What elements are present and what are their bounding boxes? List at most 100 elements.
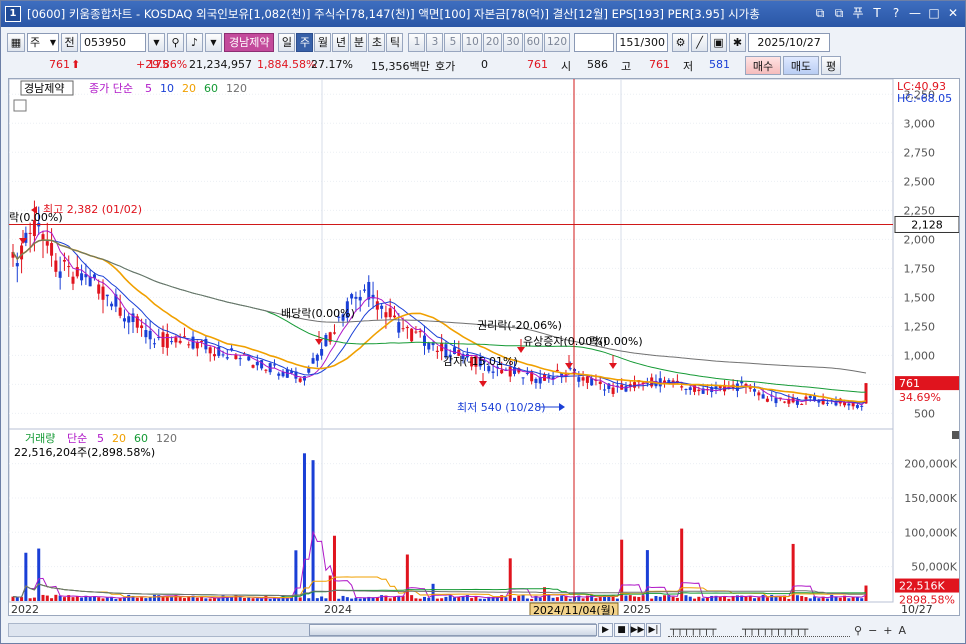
code-input[interactable]: 053950 — [80, 32, 146, 52]
chart-area[interactable]: 5007501,0001,2501,5001,7502,0002,2502,50… — [8, 78, 960, 616]
end-icon[interactable]: ▶| — [646, 623, 661, 637]
price-tick-label: 3,000 — [904, 117, 936, 130]
fast-forward-icon[interactable]: ▶▶ — [630, 623, 645, 637]
period-tab-1[interactable]: 주 — [296, 32, 314, 52]
volume-tick-label: 150,000K — [904, 492, 957, 505]
candle-body — [603, 389, 607, 391]
candle-body — [161, 332, 165, 347]
mode-select[interactable]: 주 ▼ — [27, 32, 59, 52]
period-tab-5[interactable]: 초 — [368, 32, 386, 52]
low-price: 581 — [709, 58, 730, 71]
candle-body — [45, 241, 49, 246]
interval-buttons: 1 3 5 10 20 30 60 120 — [408, 32, 571, 52]
interval-button-30[interactable]: 30 — [503, 32, 523, 52]
interval-button-20[interactable]: 20 — [482, 32, 503, 52]
interval-input[interactable] — [574, 32, 615, 52]
x-axis-label: 2022 — [11, 603, 39, 615]
volume-bar — [140, 597, 144, 601]
ruler-icon[interactable]: ┬┬┬┬┬┬┬ — [668, 623, 738, 637]
volume-bar — [101, 598, 105, 601]
layout-icon[interactable]: ▦ — [7, 32, 25, 52]
hoga-value: 0 — [481, 58, 488, 71]
high-label: 고 — [621, 60, 632, 73]
code-dropdown-icon[interactable]: ▼ — [148, 32, 165, 52]
pin-icon[interactable]: 푸 — [850, 5, 866, 21]
minimize-icon[interactable]: — — [907, 5, 923, 21]
volume-bar — [525, 598, 529, 601]
volume-tick-label: 200,000K — [904, 458, 957, 471]
volume-bar — [324, 598, 328, 601]
restore-icon[interactable]: ⧉ — [812, 5, 828, 21]
close-icon[interactable]: ✕ — [945, 5, 961, 21]
copy-icon[interactable]: ⧉ — [831, 5, 847, 21]
zoom-out-icon[interactable]: − — [866, 623, 879, 637]
period-tab-2[interactable]: 월 — [314, 32, 332, 52]
candle-body — [272, 364, 276, 366]
window-number[interactable]: 1 — [5, 6, 21, 22]
zoom-out-magnifier-icon[interactable]: ⚲ — [852, 623, 864, 637]
zoom-in-icon[interactable]: + — [881, 623, 894, 637]
volume-bar — [448, 595, 452, 601]
candle-body — [860, 405, 864, 407]
interval-button-3[interactable]: 3 — [426, 32, 444, 52]
candle-body — [251, 365, 255, 368]
current-volume-label: 22,516K — [899, 580, 945, 593]
count-total: /300 — [640, 35, 666, 49]
count-input[interactable]: 151/300 — [616, 32, 669, 52]
help-icon[interactable]: ? — [888, 5, 904, 21]
candle-body — [410, 328, 414, 342]
price-legend-ma-20: 20 — [182, 82, 196, 95]
candle-body — [418, 331, 422, 333]
volume-legend-ma-60: 60 — [134, 432, 148, 445]
text-icon[interactable]: T — [869, 5, 885, 21]
volume-bar — [307, 598, 311, 601]
font-size-icon[interactable]: A — [897, 623, 909, 637]
volume-bar — [251, 598, 255, 601]
indicator-icon[interactable]: ⚙ — [672, 32, 690, 52]
settings-icon[interactable]: ✱ — [729, 32, 747, 52]
period-tab-6[interactable]: 틱 — [386, 32, 404, 52]
stock-name[interactable]: 경남제약 — [224, 32, 275, 52]
period-tab-3[interactable]: 년 — [332, 32, 350, 52]
interval-button-10[interactable]: 10 — [462, 32, 482, 52]
hoga-label: 호가 — [435, 60, 456, 73]
interval-button-1[interactable]: 1 — [408, 32, 426, 52]
volume-bar — [504, 597, 508, 601]
date-input[interactable]: 2025/10/27 — [748, 32, 831, 52]
price-tick-label: 2,000 — [904, 233, 936, 246]
sound-icon[interactable]: ♪ — [186, 32, 203, 52]
ruler-icon-2[interactable]: ┬┬┬┬┬┬┬┬┬┬ — [740, 623, 850, 637]
save-icon[interactable]: ▣ — [710, 32, 728, 52]
volume-legend-ma-20: 20 — [112, 432, 126, 445]
sell-button[interactable]: 매도 — [783, 56, 819, 75]
annotation-low: 최저 540 (10/28) — [457, 401, 546, 414]
candle-body — [624, 386, 628, 392]
candle-body — [62, 259, 66, 262]
quote-bar: 761 ⬆ 175 +29.86% 21,234,957 1,884.58% 2… — [1, 56, 965, 76]
volume-bar — [435, 598, 439, 601]
interval-button-120[interactable]: 120 — [543, 32, 571, 52]
search-icon[interactable]: ⚲ — [167, 32, 184, 52]
play-icon[interactable]: ▶ — [598, 623, 613, 637]
stop-icon[interactable]: ■ — [614, 623, 629, 637]
interval-button-5[interactable]: 5 — [444, 32, 462, 52]
period-tab-4[interactable]: 분 — [350, 32, 368, 52]
volume-bar — [277, 598, 281, 601]
candle-body — [212, 354, 216, 357]
draw-icon[interactable]: ╱ — [691, 32, 709, 52]
volume-bar — [654, 596, 658, 601]
avg-button[interactable]: 평 — [821, 56, 841, 75]
interval-button-60[interactable]: 60 — [523, 32, 543, 52]
period-tab-0[interactable]: 일 — [278, 32, 296, 52]
scroll-track[interactable] — [8, 623, 597, 637]
buy-button[interactable]: 매수 — [745, 56, 781, 75]
volume-bar — [628, 595, 632, 601]
chart-svg[interactable]: 5007501,0001,2501,5001,7502,0002,2502,50… — [9, 79, 959, 615]
maximize-icon[interactable]: □ — [926, 5, 942, 21]
prev-button[interactable]: 전 — [61, 32, 78, 52]
sound-dropdown-icon[interactable]: ▼ — [205, 32, 222, 52]
volume-bar — [32, 597, 36, 601]
candle-body — [521, 377, 525, 379]
scroll-thumb[interactable] — [309, 624, 597, 636]
volume-bar — [247, 597, 251, 601]
